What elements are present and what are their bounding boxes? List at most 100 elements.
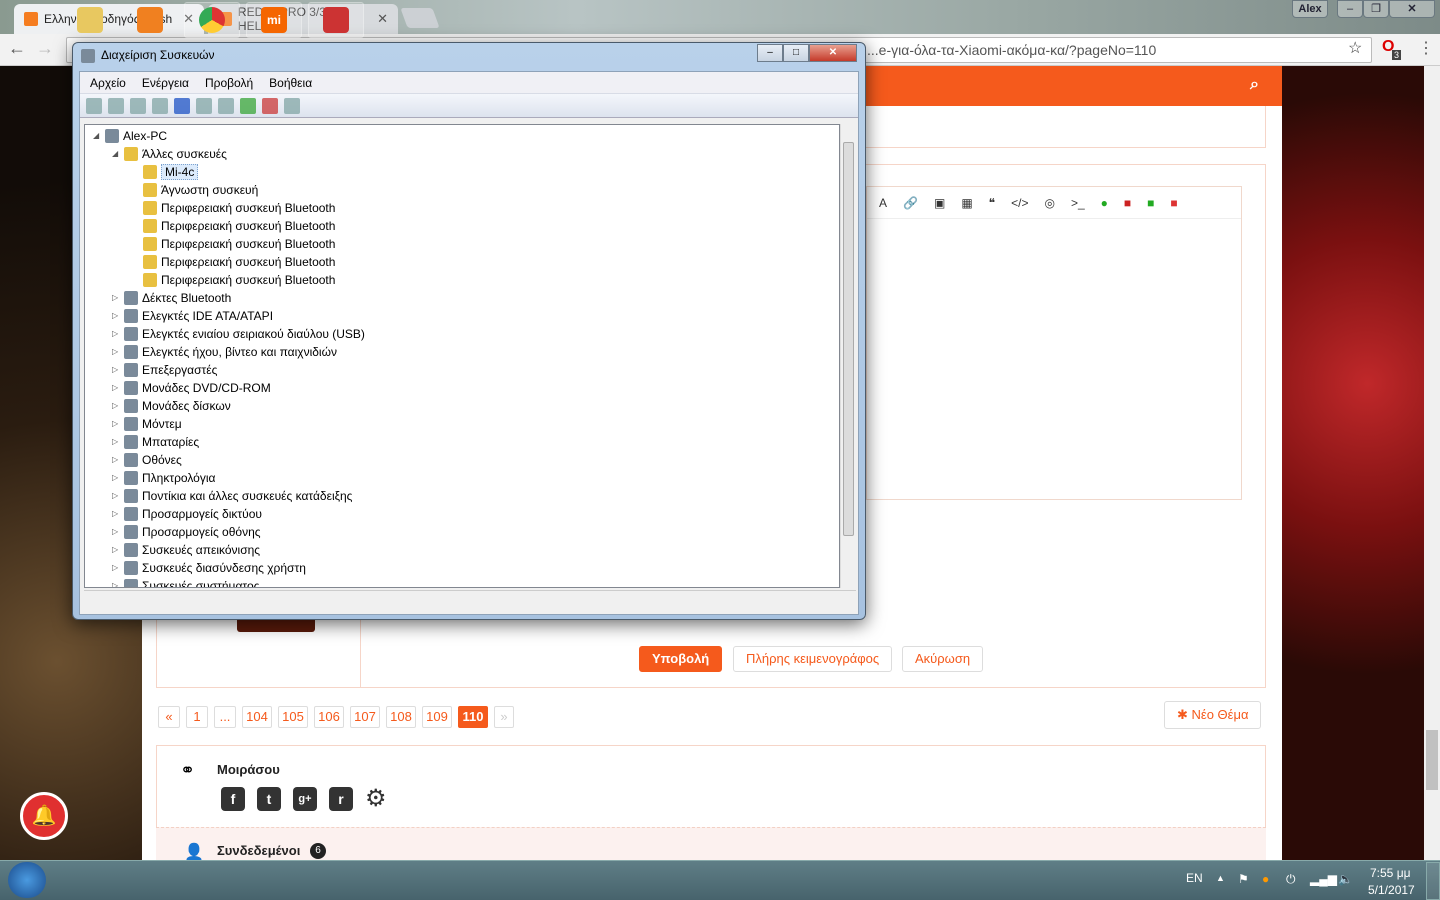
show-desktop-button[interactable] [1426, 862, 1440, 900]
forward-icon[interactable] [108, 97, 124, 114]
page-link[interactable]: 109 [422, 706, 452, 728]
action-center-icon[interactable]: ⚑ [1238, 872, 1249, 886]
link-icon[interactable]: 🔗 [903, 196, 918, 210]
page-link[interactable]: 110 [458, 706, 488, 728]
expand-toggle-icon[interactable]: ▷ [112, 523, 120, 541]
menu-action[interactable]: Ενέργεια [142, 76, 189, 90]
show-hide-tree-icon[interactable] [130, 97, 146, 114]
table-icon[interactable]: ▦ [961, 196, 972, 210]
language-indicator[interactable]: EN [1186, 871, 1203, 885]
tree-scrollbar[interactable] [840, 124, 856, 588]
tree-node[interactable]: ▷ Ελεγκτές IDE ATA/ATAPI [112, 307, 273, 325]
tree-node[interactable]: ▷ Μπαταρίες [112, 433, 199, 451]
expand-toggle-icon[interactable]: ▷ [112, 505, 120, 523]
terminal-icon[interactable]: >_ [1071, 196, 1085, 210]
new-topic-button[interactable]: ✱ Νέο Θέμα [1164, 701, 1262, 729]
tree-node[interactable]: ▷ Ελεγκτές ήχου, βίντεο και παιχνιδιών [112, 343, 337, 361]
expand-toggle-icon[interactable]: ▷ [112, 415, 120, 433]
uninstall-icon[interactable] [262, 97, 278, 114]
tree-node[interactable]: ▷ Προσαρμογείς δικτύου [112, 505, 262, 523]
menu-icon[interactable]: ⋮ [1418, 38, 1434, 58]
page-scrollbar[interactable] [1424, 66, 1440, 860]
back-icon[interactable] [86, 97, 102, 114]
page-link[interactable]: 106 [314, 706, 344, 728]
cancel-button[interactable]: Ακύρωση [902, 646, 984, 672]
full-editor-button[interactable]: Πλήρης κειμενογράφος [733, 646, 893, 672]
editor[interactable]: A 🔗 ▣ ▦ ❝ </> ◎ >_ ● ■ ■ ■ [866, 186, 1242, 500]
help-icon[interactable] [174, 97, 190, 114]
back-icon[interactable]: ← [8, 38, 26, 59]
expand-toggle-icon[interactable]: ▷ [112, 451, 120, 469]
expand-toggle-icon[interactable]: ▷ [112, 379, 120, 397]
tree-node[interactable]: ▷ Μονάδες DVD/CD-ROM [112, 379, 271, 397]
restore-button[interactable]: ❐ [1363, 0, 1389, 18]
clock-time[interactable]: 7:55 μμ [1370, 866, 1411, 880]
tree-node[interactable]: ▷ Συσκευές απεικόνισης [112, 541, 260, 559]
minimize-button[interactable]: – [1337, 0, 1363, 18]
taskbar-explorer[interactable] [62, 2, 118, 38]
tree-node[interactable]: Περιφερειακή συσκευή Bluetooth [131, 199, 335, 217]
expand-toggle-icon[interactable]: ◢ [112, 145, 120, 163]
font-color-icon[interactable]: A [879, 196, 887, 210]
minimize-button[interactable]: – [757, 44, 783, 62]
page-link[interactable]: 105 [278, 706, 308, 728]
tree-node[interactable]: Άγνωστη συσκευή [131, 181, 258, 199]
bookmark-star-icon[interactable]: ☆ [1348, 38, 1362, 58]
tree-node[interactable]: Mi-4c [131, 163, 199, 181]
spoiler-icon[interactable]: ◎ [1044, 196, 1054, 210]
page-link[interactable]: » [494, 706, 514, 728]
expand-toggle-icon[interactable]: ▷ [112, 397, 120, 415]
tree-node[interactable]: Περιφερειακή συσκευή Bluetooth [131, 235, 335, 253]
tree-node[interactable]: ◢ Άλλες συσκευές [112, 145, 227, 163]
tree-node[interactable]: ◢ Alex-PC [93, 127, 167, 145]
page-link[interactable]: ... [214, 706, 236, 728]
tree-node[interactable]: ▷ Πληκτρολόγια [112, 469, 215, 487]
reddit-icon[interactable]: r [329, 787, 353, 811]
close-window-button[interactable]: ✕ [1389, 0, 1435, 18]
excel-icon[interactable]: ■ [1147, 196, 1154, 210]
expand-toggle-icon[interactable]: ▷ [112, 541, 120, 559]
tree-node[interactable]: ▷ Μόντεμ [112, 415, 182, 433]
facebook-icon[interactable]: f [221, 787, 245, 811]
pdf-icon[interactable]: ■ [1124, 196, 1131, 210]
check-icon[interactable]: ● [1101, 196, 1108, 210]
clock-date[interactable]: 5/1/2017 [1368, 883, 1415, 897]
maximize-button[interactable]: □ [783, 44, 809, 62]
expand-toggle-icon[interactable]: ▷ [112, 469, 120, 487]
close-tab-icon[interactable]: ✕ [377, 11, 388, 27]
forward-icon[interactable]: → [36, 38, 54, 59]
tree-node[interactable]: Περιφερειακή συσκευή Bluetooth [131, 271, 335, 289]
tree-node[interactable]: Περιφερειακή συσκευή Bluetooth [131, 217, 335, 235]
update-driver-icon[interactable] [240, 97, 256, 114]
page-link[interactable]: 104 [242, 706, 272, 728]
new-tab-button[interactable] [400, 8, 440, 28]
expand-toggle-icon[interactable]: ▷ [112, 361, 120, 379]
close-button[interactable]: ✕ [809, 44, 857, 62]
show-hidden-icons[interactable]: ▲ [1216, 873, 1225, 883]
expand-toggle-icon[interactable]: ▷ [112, 559, 120, 577]
search-icon[interactable]: ⌕ [1250, 76, 1259, 94]
notification-bell-icon[interactable]: 🔔 [20, 792, 68, 840]
page-link[interactable]: 108 [386, 706, 416, 728]
action-pane-icon[interactable] [196, 97, 212, 114]
tree-node[interactable]: ▷ Ελεγκτές ενιαίου σειριακού διαύλου (USB… [112, 325, 365, 343]
scan-hardware-icon[interactable] [218, 97, 234, 114]
expand-toggle-icon[interactable]: ▷ [112, 325, 120, 343]
page-link[interactable]: 107 [350, 706, 380, 728]
start-button[interactable] [8, 862, 46, 898]
tree-node[interactable]: ▷ Μονάδες δίσκων [112, 397, 231, 415]
tree-node[interactable]: ▷ Οθόνες [112, 451, 182, 469]
expand-toggle-icon[interactable]: ▷ [112, 433, 120, 451]
avast-icon[interactable]: ● [1262, 872, 1269, 886]
settings-gear-icon[interactable]: ⚙ [365, 784, 387, 813]
taskbar-mi[interactable]: mi [246, 2, 302, 38]
tree-node[interactable]: ▷ Προσαρμογείς οθόνης [112, 523, 261, 541]
tree-node[interactable]: ▷ Συσκευές διασύνδεσης χρήστη [112, 559, 306, 577]
properties-icon[interactable] [152, 97, 168, 114]
tree-node[interactable]: ▷ Επεξεργαστές [112, 361, 217, 379]
disable-icon[interactable] [284, 97, 300, 114]
twitter-icon[interactable]: t [257, 787, 281, 811]
expand-toggle-icon[interactable]: ▷ [112, 577, 120, 587]
expand-toggle-icon[interactable]: ◢ [93, 127, 101, 145]
taskbar-device-manager[interactable] [308, 2, 364, 38]
